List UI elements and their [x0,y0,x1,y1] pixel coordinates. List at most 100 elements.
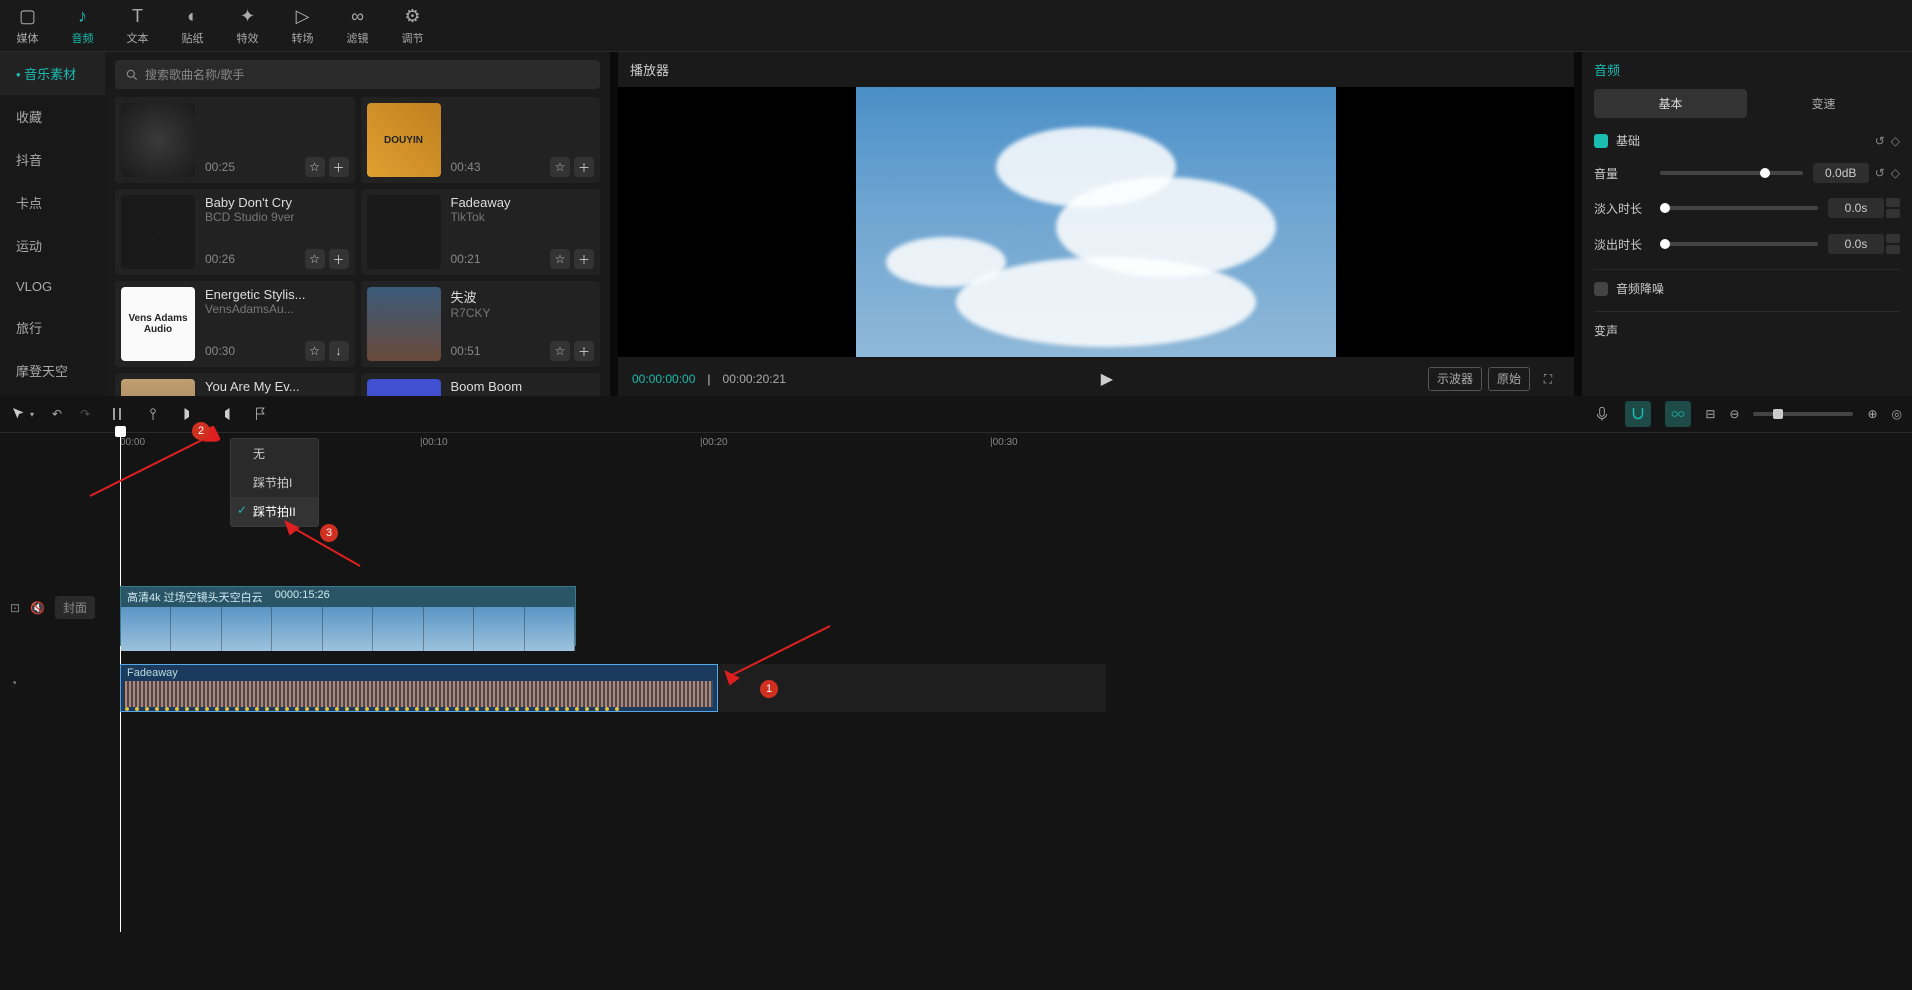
fadein-label: 淡入时长 [1594,200,1650,217]
fullscreen-icon[interactable]: ⛶ [1536,367,1560,391]
volume-label: 音量 [1594,165,1650,182]
add-icon[interactable]: ＋ [574,341,594,361]
sidebar-item[interactable]: 摩登天空 [0,349,105,392]
music-card[interactable]: Boom BoomCHYL☆＋ [361,373,601,396]
props-title: 音频 [1594,60,1900,79]
track-mute-icon[interactable]: 🔇 [30,601,45,615]
align-icon[interactable]: ⊟ [1705,407,1715,421]
beat-tool-icon[interactable] [144,405,162,423]
sidebar-item[interactable]: 旅行 [0,306,105,349]
zoom-in-icon[interactable]: ⊕ [1867,407,1877,421]
sidebar-item[interactable]: 收藏 [0,95,105,138]
fav-icon[interactable]: ☆ [550,249,570,269]
zoom-out-icon[interactable]: ⊖ [1729,407,1739,421]
split-icon[interactable] [108,405,126,423]
beat-menu: 无踩节拍I踩节拍II [230,438,319,527]
video-track-controls: ⊡ 🔇 封面 [0,596,120,619]
fadein-slider[interactable] [1660,206,1818,210]
music-card[interactable]: You Are My Ev...Jiaye☆＋ [115,373,355,396]
music-card[interactable]: 00:25☆＋ [115,97,355,183]
mark-in-icon[interactable] [180,405,198,423]
sidebar: • 音乐素材收藏抖音卡点运动VLOG旅行摩登天空美食 [0,52,105,396]
music-card[interactable]: 失波R7CKY00:51☆＋ [361,281,601,367]
add-icon[interactable]: ＋ [574,249,594,269]
add-icon[interactable]: ＋ [329,157,349,177]
zoom-slider[interactable] [1753,412,1853,416]
original-button[interactable]: 原始 [1488,367,1530,391]
sidebar-item[interactable]: 卡点 [0,181,105,224]
link-icon[interactable] [1665,401,1691,427]
music-card[interactable]: ♪FadeawayTikTok00:21☆＋ [361,189,601,275]
add-icon[interactable]: ＋ [574,157,594,177]
music-grid: 00:25☆＋DOUYIN00:43☆＋♪Baby Don't CryBCD S… [115,97,600,396]
fav-icon[interactable]: ☆ [305,341,325,361]
search-icon [125,68,139,82]
volume-keyframe-icon[interactable]: ◇ [1891,166,1900,180]
fadein-stepper[interactable] [1886,197,1900,219]
nav-音频[interactable]: ♪音频 [55,0,110,51]
sidebar-item[interactable]: 运动 [0,224,105,267]
voice-change-label: 变声 [1594,322,1618,339]
preview-area[interactable] [618,87,1574,357]
cover-button[interactable]: 封面 [55,596,95,619]
track-expand-icon[interactable]: ⊡ [10,601,20,615]
sidebar-item[interactable]: • 音乐素材 [0,52,105,95]
pointer-tool[interactable]: ▾ [10,405,34,423]
tab-speed[interactable]: 变速 [1747,89,1900,118]
redo-icon[interactable]: ↷ [80,407,90,421]
nav-贴纸[interactable]: ◐贴纸 [165,0,220,51]
tab-basic[interactable]: 基本 [1594,89,1747,118]
badge-1: 1 [760,680,778,698]
music-card[interactable]: ♪Baby Don't CryBCD Studio 9ver00:26☆＋ [115,189,355,275]
nav-转场[interactable]: ▷转场 [275,0,330,51]
nav-调节[interactable]: ⚙调节 [385,0,440,51]
nav-特效[interactable]: ✦特效 [220,0,275,51]
add-icon[interactable]: ＋ [329,249,349,269]
fav-icon[interactable]: ☆ [550,341,570,361]
music-card[interactable]: DOUYIN00:43☆＋ [361,97,601,183]
volume-slider[interactable] [1660,171,1803,175]
nav-滤镜[interactable]: ∞滤镜 [330,0,385,51]
volume-reset-icon[interactable]: ↺ [1875,166,1885,180]
clip-duration: 0000:15:26 [275,589,330,605]
undo-icon[interactable]: ↶ [52,407,62,421]
reset-icon[interactable]: ↺ [1875,134,1885,148]
nav-媒体[interactable]: ▢媒体 [0,0,55,51]
nav-文本[interactable]: T文本 [110,0,165,51]
music-card[interactable]: Vens Adams AudioEnergetic Stylis...VensA… [115,281,355,367]
video-clip[interactable]: 高清4k 过场空镜头天空白云0000:15:26 [120,586,576,646]
add-icon[interactable]: ↓ [329,341,349,361]
keyframe-icon[interactable]: ◇ [1891,134,1900,148]
scope-button[interactable]: 示波器 [1428,367,1482,391]
fadeout-stepper[interactable] [1886,233,1900,255]
fav-icon[interactable]: ☆ [550,157,570,177]
audio-clip[interactable]: Fadeaway [120,664,718,712]
beat-markers [121,707,717,713]
basic-checkbox[interactable] [1594,134,1608,148]
sidebar-item[interactable]: 抖音 [0,138,105,181]
play-button[interactable]: ▶ [1101,369,1113,389]
sidebar-item[interactable]: VLOG [0,267,105,306]
fadeout-label: 淡出时长 [1594,236,1650,253]
magnet-icon[interactable] [1625,401,1651,427]
search-placeholder: 搜索歌曲名称/歌手 [145,66,244,83]
flag-icon[interactable] [252,405,270,423]
fadein-value[interactable]: 0.0s [1828,198,1884,218]
beat-indicator-icon[interactable]: ◔ [10,676,17,690]
fav-icon[interactable]: ☆ [305,249,325,269]
denoise-checkbox[interactable] [1594,282,1608,296]
audio-track-controls: ◔ [0,676,120,690]
fadeout-value[interactable]: 0.0s [1828,234,1884,254]
timeline-panel: ▾ ↶ ↷ ⊟ ⊖ ⊕ ◎ 00:00|00:10|00:20|00:30 无踩… [0,396,1912,990]
search-input[interactable]: 搜索歌曲名称/歌手 [115,60,600,89]
player-title: 播放器 [618,52,1574,87]
top-nav: ▢媒体♪音频T文本◐贴纸✦特效▷转场∞滤镜⚙调节 [0,0,1912,52]
fadeout-slider[interactable] [1660,242,1818,246]
fit-icon[interactable]: ◎ [1892,407,1902,421]
mic-icon[interactable] [1593,405,1611,423]
beat-menu-item[interactable]: 踩节拍I [231,468,318,497]
beat-menu-item[interactable]: 无 [231,439,318,468]
volume-value[interactable]: 0.0dB [1813,163,1869,183]
mark-out-icon[interactable] [216,405,234,423]
fav-icon[interactable]: ☆ [305,157,325,177]
